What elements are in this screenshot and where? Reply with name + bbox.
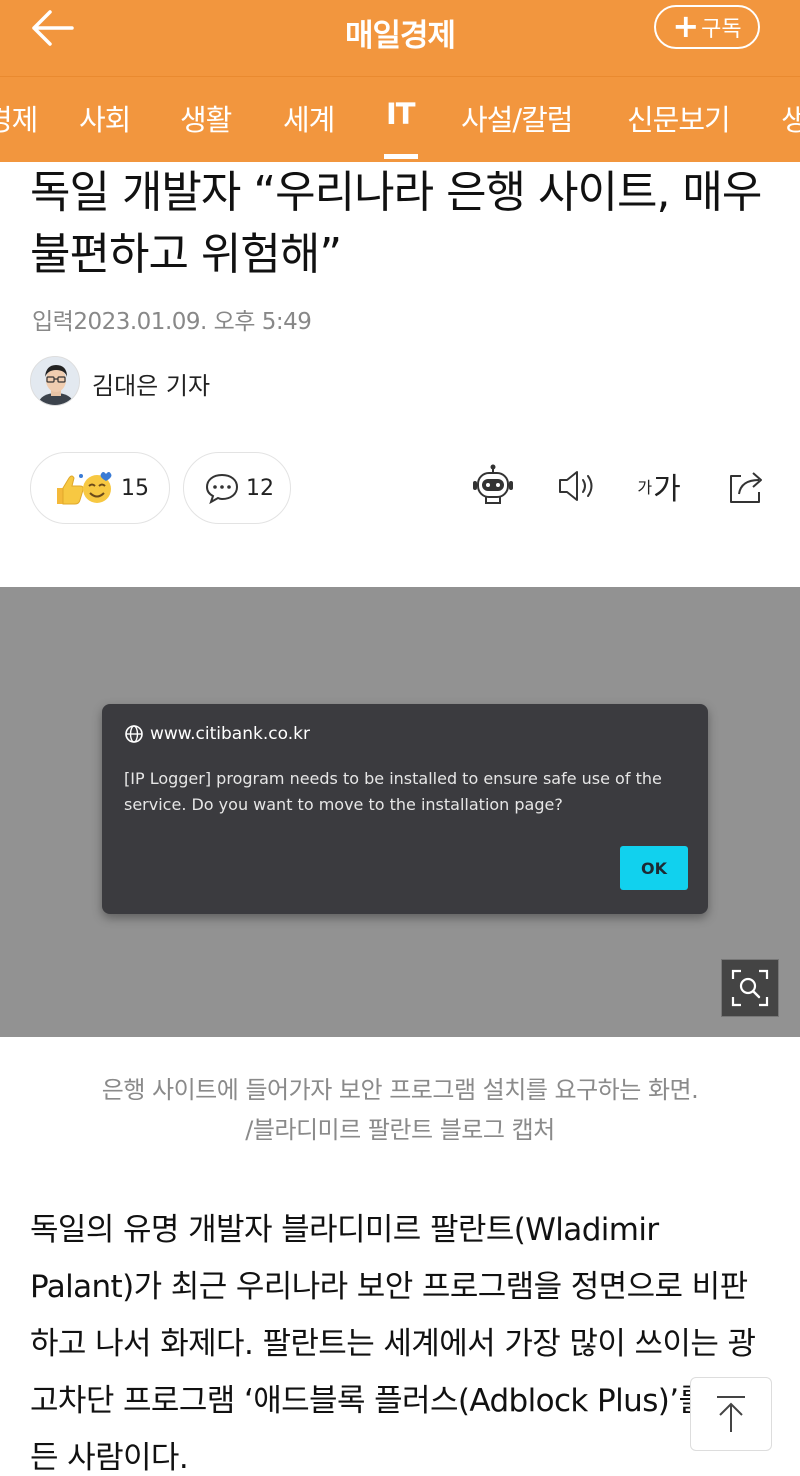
ai-summary-button[interactable] [468, 462, 518, 510]
dialog-host: www.citibank.co.kr [124, 724, 310, 744]
caption-line-2: /블라디미르 팔란트 블로그 캡처 [245, 1116, 555, 1144]
tab-it[interactable]: IT [386, 97, 416, 131]
tab-world[interactable]: 세계 [283, 97, 335, 139]
avatar-image [31, 357, 79, 405]
caption-line-1: 은행 사이트에 들어가자 보안 프로그램 설치를 요구하는 화면. [101, 1076, 699, 1104]
reaction-count: 15 [121, 475, 149, 501]
date-label: 입력 [32, 309, 74, 335]
robot-icon [473, 464, 513, 504]
subscribe-button[interactable]: + 구독 [654, 5, 760, 49]
speaker-icon [559, 471, 593, 501]
reaction-button[interactable]: 15 [30, 452, 170, 524]
reaction-emoji-icon [57, 472, 112, 505]
arrow-up-icon [717, 1396, 745, 1432]
active-tab-indicator [384, 154, 418, 159]
article-body-paragraph: 독일의 유명 개발자 블라디미르 팔란트(Wladimir Palant)가 최… [30, 1212, 756, 1476]
scroll-to-top-button[interactable] [690, 1377, 772, 1451]
dialog-host-text: www.citibank.co.kr [150, 724, 310, 744]
globe-icon [125, 725, 143, 743]
article-title: 독일 개발자 “우리나라 은행 사이트, 매우 불편하고 위험해” [30, 167, 762, 280]
article-date: 2023.01.09. 오후 5:49 [73, 309, 312, 335]
author-name[interactable]: 김대은 기자 [92, 366, 210, 401]
font-size-button[interactable]: 가가 [634, 462, 684, 510]
listen-button[interactable] [553, 462, 599, 510]
font-size-large-label: 가 [653, 472, 681, 507]
browser-dialog: www.citibank.co.kr [IP Logger] program n… [102, 704, 708, 914]
plus-icon: + [672, 6, 700, 45]
share-icon [730, 472, 762, 503]
share-button[interactable] [722, 462, 768, 510]
article-photo: www.citibank.co.kr [IP Logger] program n… [0, 587, 800, 1037]
subscribe-label: 구독 [701, 17, 742, 42]
author-avatar[interactable] [30, 356, 80, 406]
font-size-small-label: 가 [637, 478, 653, 497]
back-button[interactable] [24, 6, 84, 50]
comment-button[interactable]: 12 [183, 452, 291, 524]
back-arrow-icon [32, 10, 74, 46]
photo-zoom-button[interactable] [721, 959, 779, 1017]
tab-life-more[interactable]: 생활 [781, 97, 800, 139]
comment-bubble-icon [205, 473, 239, 505]
tab-society[interactable]: 사회 [79, 97, 131, 139]
comment-count: 12 [246, 475, 274, 501]
tab-economy[interactable]: 경제 [0, 97, 38, 139]
tab-newspaper[interactable]: 신문보기 [627, 97, 731, 139]
top-header: 매일경제 + 구독 [0, 0, 800, 76]
category-tabs: 경제 사회 생활 세계 IT 사설/칼럼 신문보기 생활 [0, 76, 800, 162]
photo-caption: 은행 사이트에 들어가자 보안 프로그램 설치를 요구하는 화면. /블라디미르… [20, 1070, 780, 1150]
tab-life[interactable]: 생활 [180, 97, 232, 139]
article-dateline: 입력2023.01.09. 오후 5:49 [32, 302, 312, 336]
dialog-ok-button: OK [620, 846, 688, 890]
tab-editorial[interactable]: 사설/칼럼 [461, 97, 573, 139]
zoom-icon [731, 969, 769, 1007]
dialog-message: [IP Logger] program needs to be installe… [124, 769, 662, 814]
